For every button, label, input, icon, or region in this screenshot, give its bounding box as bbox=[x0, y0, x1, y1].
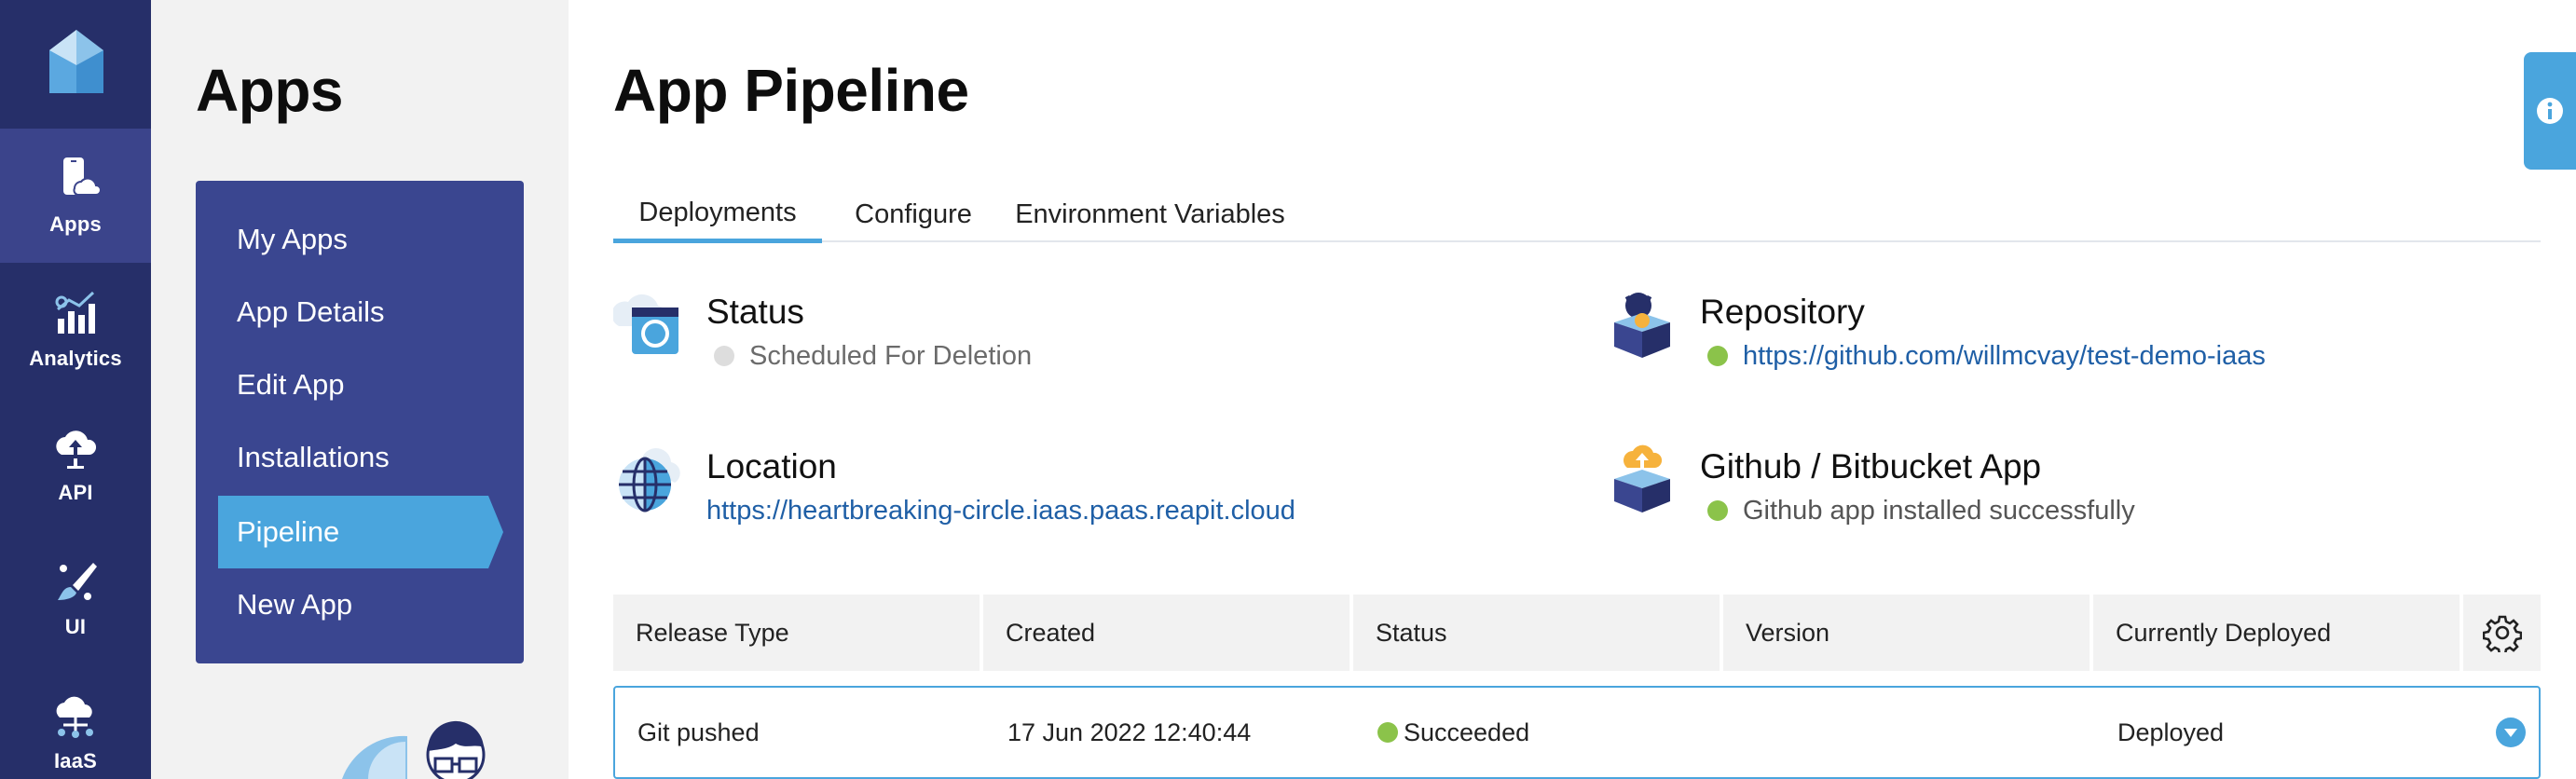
github-app-title: Github / Bitbucket App bbox=[1700, 447, 2042, 485]
globe-icon bbox=[619, 447, 680, 512]
info-icon bbox=[2537, 98, 2563, 124]
cell-created: 17 Jun 2022 12:40:44 bbox=[1007, 718, 1252, 746]
status-title: Status bbox=[706, 293, 804, 331]
cell-status-text: Succeeded bbox=[1404, 718, 1530, 746]
github-app-block: Github / Bitbucket App Github app instal… bbox=[1607, 444, 2539, 537]
menu-item-edit-app[interactable]: Edit App bbox=[218, 348, 488, 421]
repository-block: Repository https://github.com/willmcvay/… bbox=[1607, 289, 2539, 382]
cell-status: Succeeded bbox=[1377, 688, 1529, 777]
cell-currently-deployed: Deployed bbox=[2117, 718, 2225, 746]
page-title: App Pipeline bbox=[613, 57, 969, 124]
rail-item-api[interactable]: API bbox=[0, 397, 151, 531]
status-block: Status Scheduled For Deletion bbox=[613, 289, 1545, 382]
location-block: Location https://heartbreaking-circle.ia… bbox=[613, 444, 1545, 537]
menu-item-pipeline[interactable]: Pipeline bbox=[218, 496, 503, 568]
column-header-created[interactable]: Created bbox=[983, 594, 1350, 671]
rail-item-iaas[interactable]: IaaS bbox=[0, 665, 151, 779]
table-settings-button[interactable] bbox=[2463, 594, 2541, 671]
paintbrush-icon bbox=[58, 563, 97, 600]
status-dot bbox=[714, 346, 734, 366]
github-app-text: Github app installed successfully bbox=[1743, 496, 2135, 526]
location-value: https://heartbreaking-circle.iaas.paas.r… bbox=[706, 496, 1295, 526]
github-app-value: Github app installed successfully bbox=[1700, 496, 2135, 526]
info-tab[interactable] bbox=[2524, 52, 2576, 170]
bar-chart-icon bbox=[55, 291, 95, 334]
menu-item-new-app[interactable]: New App bbox=[218, 568, 488, 641]
cloud-network-icon bbox=[56, 696, 93, 738]
repository-value: https://github.com/willmcvay/test-demo-i… bbox=[1700, 341, 2266, 372]
status-dot bbox=[1707, 346, 1728, 366]
rail-item-ui[interactable]: UI bbox=[0, 531, 151, 665]
cloud-upload-icon bbox=[56, 430, 97, 469]
rail-item-label: API bbox=[58, 481, 93, 504]
icon-rail: Apps Analytics API UI IaaS bbox=[0, 0, 151, 779]
repository-link[interactable]: https://github.com/willmcvay/test-demo-i… bbox=[1743, 341, 2266, 371]
tab-environment-variables[interactable]: Environment Variables bbox=[1001, 186, 1299, 242]
github-box-icon bbox=[1614, 293, 1670, 358]
status-value: Scheduled For Deletion bbox=[706, 341, 1032, 372]
column-header-release-type[interactable]: Release Type bbox=[613, 594, 980, 671]
repository-title: Repository bbox=[1700, 293, 1865, 331]
main-content: App Pipeline Deployments Configure Envir… bbox=[569, 0, 2576, 779]
subnav-title: Apps bbox=[196, 57, 344, 124]
menu-item-my-apps[interactable]: My Apps bbox=[218, 203, 488, 276]
tab-deployments[interactable]: Deployments bbox=[613, 186, 822, 243]
expand-row-button[interactable] bbox=[2483, 688, 2539, 777]
cell-release-type: Git pushed bbox=[637, 718, 760, 746]
success-dot bbox=[1377, 722, 1398, 743]
mascot-illustration bbox=[342, 720, 486, 779]
status-text: Scheduled For Deletion bbox=[749, 341, 1033, 371]
tab-configure[interactable]: Configure bbox=[839, 186, 988, 242]
subnav-menu: My Apps App Details Edit App Installatio… bbox=[196, 181, 524, 663]
location-title: Location bbox=[706, 447, 837, 485]
rail-item-label: IaaS bbox=[53, 749, 98, 772]
rail-item-label: Apps bbox=[49, 212, 102, 236]
column-header-status[interactable]: Status bbox=[1353, 594, 1720, 671]
column-header-currently-deployed[interactable]: Currently Deployed bbox=[2093, 594, 2460, 671]
menu-item-app-details[interactable]: App Details bbox=[218, 276, 488, 348]
table-row[interactable]: Git pushed 17 Jun 2022 12:40:44 Succeede… bbox=[613, 686, 2541, 779]
cloud-refresh-icon bbox=[613, 294, 678, 354]
location-link[interactable]: https://heartbreaking-circle.iaas.paas.r… bbox=[706, 496, 1295, 526]
cloud-box-icon bbox=[1614, 444, 1670, 512]
rail-item-analytics[interactable]: Analytics bbox=[0, 263, 151, 397]
mobile-cloud-icon bbox=[63, 157, 101, 196]
apps-subnav: Apps My Apps App Details Edit App Instal… bbox=[151, 0, 569, 779]
reapit-logo-icon[interactable] bbox=[48, 28, 105, 95]
tab-bar: Deployments Configure Environment Variab… bbox=[613, 186, 2541, 243]
column-header-version[interactable]: Version bbox=[1723, 594, 2090, 671]
deployments-table-header: Release Type Created Status Version Curr… bbox=[613, 594, 2541, 671]
menu-item-installations[interactable]: Installations bbox=[218, 421, 488, 494]
status-dot bbox=[1707, 500, 1728, 521]
gear-icon bbox=[2482, 615, 2522, 652]
rail-item-apps[interactable]: Apps bbox=[0, 129, 151, 263]
chevron-down-icon bbox=[2496, 718, 2526, 747]
rail-item-label: UI bbox=[64, 615, 87, 638]
rail-item-label: Analytics bbox=[29, 347, 122, 370]
